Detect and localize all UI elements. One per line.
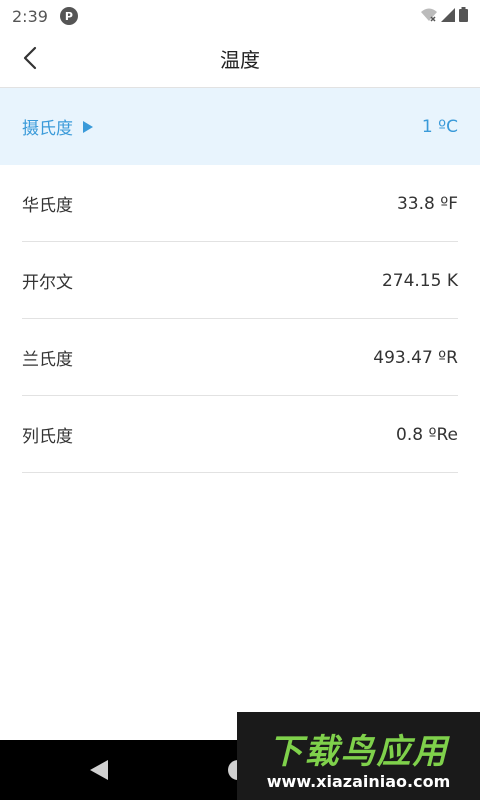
- unit-name: 兰氏度: [22, 350, 73, 370]
- page-title: 温度: [220, 48, 260, 72]
- unit-value: 33.8 ºF: [396, 193, 458, 214]
- notification-app-icon: P: [59, 7, 78, 25]
- wifi-off-icon: [421, 7, 437, 26]
- temperature-unit-list: 摄氏度 1 ºC 华氏度 33.8 ºF 开尔文 274.15 K 兰氏度 49…: [0, 88, 480, 473]
- unit-row-celsius[interactable]: 摄氏度 1 ºC: [0, 88, 480, 165]
- unit-value: 274.15 K: [381, 270, 458, 291]
- unit-value: 493.47 ºR: [373, 347, 458, 368]
- signal-icon: [441, 7, 455, 26]
- watermark-title: 下载鸟应用: [268, 732, 449, 772]
- unit-row-kelvin[interactable]: 开尔文 274.15 K: [0, 242, 480, 319]
- unit-row-reaumur[interactable]: 列氏度 0.8 ºRe: [0, 396, 480, 473]
- chevron-left-icon: [23, 46, 37, 74]
- unit-name: 列氏度: [22, 427, 73, 447]
- back-button[interactable]: [10, 40, 50, 80]
- watermark-url: www.xiazainiao.com: [266, 772, 451, 791]
- unit-name: 开尔文: [22, 273, 73, 293]
- watermark: 下载鸟应用 www.xiazainiao.com: [237, 712, 480, 800]
- unit-value: 1 ºC: [421, 116, 458, 137]
- unit-name: 华氏度: [22, 196, 73, 216]
- unit-value: 0.8 ºRe: [396, 424, 458, 445]
- status-bar: 2:39 P: [0, 0, 480, 32]
- unit-row-rankine[interactable]: 兰氏度 493.47 ºR: [0, 319, 480, 396]
- unit-label: 摄氏度: [22, 114, 93, 139]
- status-icons: [421, 6, 468, 26]
- unit-name: 摄氏度: [22, 119, 73, 139]
- selected-triangle-icon: [83, 120, 93, 133]
- app-header: 温度: [0, 32, 480, 88]
- status-time: 2:39: [12, 6, 48, 26]
- unit-row-fahrenheit[interactable]: 华氏度 33.8 ºF: [0, 165, 480, 242]
- battery-icon: [459, 6, 468, 26]
- nav-back-icon[interactable]: [90, 760, 108, 784]
